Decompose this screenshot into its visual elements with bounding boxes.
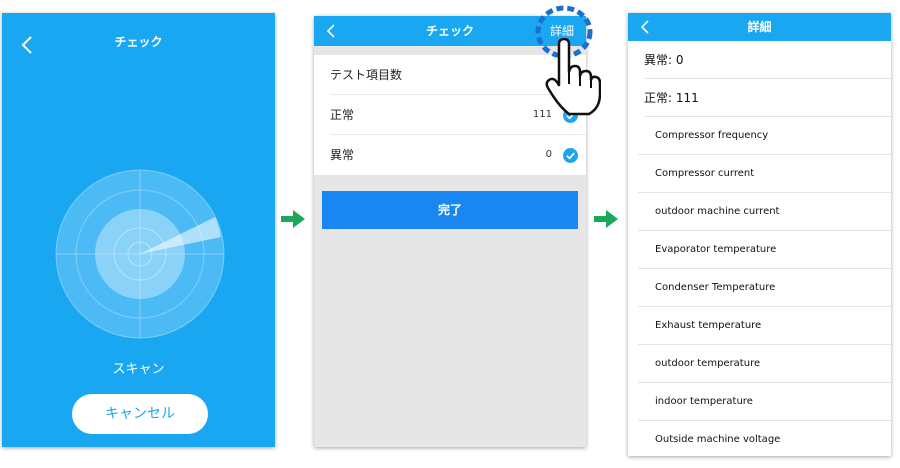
scan-status-text: スキャン (112, 362, 165, 377)
tutorial-flow: チェック スキャン キャンセル チェック 詳細 テスト項目数 正常 111 異常… (0, 0, 900, 468)
row-label: 異常 (330, 148, 355, 162)
scan-screen: チェック スキャン キャンセル (2, 13, 275, 447)
row-count: 0 (545, 149, 552, 160)
list-item: Compressor frequency (638, 117, 891, 155)
abnormal-count: 異常: 0 (644, 41, 891, 79)
cancel-button[interactable]: キャンセル (72, 394, 208, 434)
done-button[interactable]: 完了 (322, 191, 578, 229)
page-title: チェック (114, 35, 163, 49)
row-label: テスト項目数 (330, 68, 403, 82)
list-item: Outside machine voltage (638, 421, 891, 456)
arrow-right-icon (281, 210, 305, 228)
list-item: outdoor machine current (638, 193, 891, 231)
detail-screen: 詳細 異常: 0 正常: 111 Compressor frequency Co… (628, 13, 891, 456)
pointing-hand-icon (545, 38, 601, 116)
navigation-bar: 詳細 (628, 13, 891, 41)
list-item: 異常 0 (330, 135, 586, 175)
list-item: Evaporator temperature (638, 231, 891, 269)
arrow-right-icon (594, 210, 618, 228)
normal-count: 正常: 111 (644, 79, 891, 117)
page-title: 詳細 (747, 20, 772, 34)
radar-scan-graphic (55, 169, 225, 339)
list-item: Condenser Temperature (638, 269, 891, 307)
row-label: 正常 (330, 108, 355, 122)
list-item: Compressor current (638, 155, 891, 193)
check-circle-icon (563, 148, 578, 163)
list-item: outdoor temperature (638, 345, 891, 383)
list-item: Exhaust temperature (638, 307, 891, 345)
list-item: indoor temperature (638, 383, 891, 421)
